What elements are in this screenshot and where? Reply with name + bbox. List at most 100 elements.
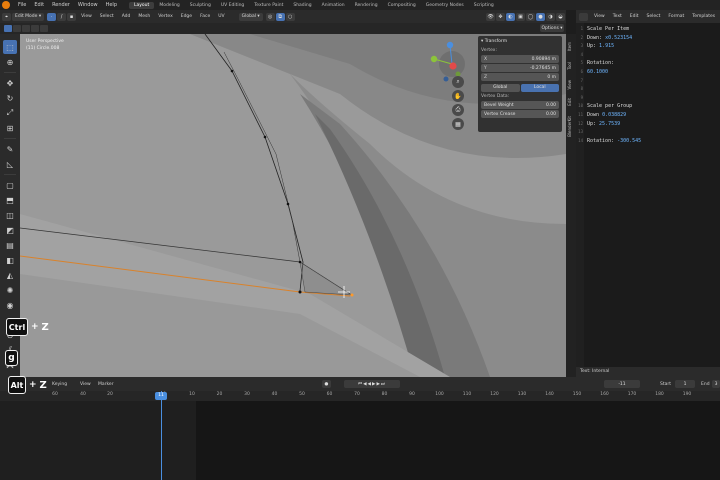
menu-view[interactable]: View xyxy=(77,14,96,19)
editor-type-icon[interactable]: ⌖ xyxy=(2,12,11,21)
visibility-icon[interactable]: 👁 xyxy=(486,12,495,21)
menu-uv[interactable]: UV xyxy=(214,14,228,19)
shading-material-icon[interactable]: ◑ xyxy=(546,12,555,21)
mesh-vertex[interactable] xyxy=(298,290,302,294)
spin-tool-icon[interactable]: ✺ xyxy=(3,283,17,297)
scale-tool-icon[interactable]: ⤢ xyxy=(3,106,17,120)
annotate-tool-icon[interactable]: ✎ xyxy=(3,142,17,156)
workspace-tab-layout[interactable]: Layout xyxy=(129,1,155,9)
inset-tool-icon[interactable]: ◫ xyxy=(3,208,17,222)
menu-edge[interactable]: Edge xyxy=(177,14,196,19)
shading-rendered-icon[interactable]: ◒ xyxy=(556,12,565,21)
move-tool-icon[interactable]: ✥ xyxy=(3,76,17,90)
select-box-tool-icon[interactable]: ⬚ xyxy=(3,40,17,54)
menu-help[interactable]: Help xyxy=(102,2,121,8)
workspace-tab-compositing[interactable]: Compositing xyxy=(383,2,421,9)
menu-face[interactable]: Face xyxy=(196,14,214,19)
gizmo-z-axis[interactable] xyxy=(446,41,454,49)
cursor-tool-icon[interactable]: ⊕ xyxy=(3,55,17,69)
local-button[interactable]: Local xyxy=(520,84,559,92)
te-menu-text[interactable]: Text xyxy=(609,14,626,19)
menu-edit[interactable]: Edit xyxy=(30,2,48,8)
te-menu-edit[interactable]: Edit xyxy=(626,14,643,19)
tab-edit[interactable]: Edit xyxy=(567,98,575,106)
mesh-vertex[interactable] xyxy=(286,202,290,206)
mesh-vertex[interactable] xyxy=(263,135,267,139)
pan-hand-icon[interactable]: ✋ xyxy=(452,90,464,102)
transform-tool-icon[interactable]: ⊞ xyxy=(3,121,17,135)
start-frame-field[interactable]: 1 xyxy=(675,380,695,388)
tab-blenderkit[interactable]: BlenderKit xyxy=(567,116,575,137)
workspace-tab-modeling[interactable]: Modeling xyxy=(154,2,184,9)
tab-item[interactable]: Item xyxy=(567,42,575,51)
select-mode-new-icon[interactable] xyxy=(4,25,12,32)
tl-menu-marker[interactable]: Marker xyxy=(98,382,114,387)
xray-toggle-icon[interactable]: ▣ xyxy=(516,12,525,21)
bevel-tool-icon[interactable]: ◩ xyxy=(3,223,17,237)
global-button[interactable]: Global xyxy=(481,84,520,92)
options-button[interactable]: Options ▾ xyxy=(540,24,564,32)
smooth-tool-icon[interactable]: ◉ xyxy=(3,298,17,312)
loop-cut-tool-icon[interactable]: ▤ xyxy=(3,238,17,252)
workspace-tab-animation[interactable]: Animation xyxy=(317,2,350,9)
te-menu-view[interactable]: View xyxy=(590,14,609,19)
vertex-select-icon[interactable]: · xyxy=(47,12,57,21)
face-select-icon[interactable]: ▪ xyxy=(67,12,77,21)
vertex-z-field[interactable]: Z 0 m xyxy=(481,73,559,81)
workspace-tab-texture-paint[interactable]: Texture Paint xyxy=(249,2,288,9)
playhead-frame-label[interactable]: 11 xyxy=(155,392,167,400)
poly-build-tool-icon[interactable]: ◭ xyxy=(3,268,17,282)
mode-dropdown[interactable]: Edit Mode ▾ xyxy=(12,12,45,21)
playback-controls[interactable]: ⏮◀◀▶▶⏭ xyxy=(344,380,400,388)
measure-tool-icon[interactable]: ◺ xyxy=(3,157,17,171)
menu-mesh[interactable]: Mesh xyxy=(134,14,154,19)
menu-vertex[interactable]: Vertex xyxy=(154,14,176,19)
tl-menu-view[interactable]: View xyxy=(80,382,91,387)
playhead[interactable] xyxy=(161,391,162,480)
shading-solid-icon[interactable]: ● xyxy=(536,12,545,21)
camera-icon[interactable]: ⎙ xyxy=(452,104,464,116)
current-frame-field[interactable]: -11 xyxy=(604,380,640,388)
workspace-tab-sculpting[interactable]: Sculpting xyxy=(185,2,216,9)
end-frame-field[interactable]: 3 xyxy=(712,380,720,388)
add-cube-tool-icon[interactable]: ▢ xyxy=(3,178,17,192)
extrude-tool-icon[interactable]: ⬒ xyxy=(3,193,17,207)
menu-file[interactable]: File xyxy=(14,2,30,8)
timeline-ruler[interactable]: 6040200102030405060708090100110120130140… xyxy=(0,391,720,401)
text-editor-type-icon[interactable] xyxy=(579,12,588,21)
overlay-toggle-icon[interactable]: ◐ xyxy=(506,12,515,21)
te-menu-select[interactable]: Select xyxy=(643,14,665,19)
mesh-vertex[interactable] xyxy=(298,260,302,264)
orientation-dropdown[interactable]: Global ▾ xyxy=(238,12,263,21)
tab-tool[interactable]: Tool xyxy=(567,62,575,70)
workspace-tab-geometry-nodes[interactable]: Geometry Nodes xyxy=(421,2,469,9)
vertex-y-field[interactable]: Y -0.27645 m xyxy=(481,64,559,72)
tl-menu-keying[interactable]: Keying xyxy=(52,382,67,387)
te-menu-templates[interactable]: Templates xyxy=(688,14,719,19)
gizmo-x-axis[interactable] xyxy=(449,62,457,70)
workspace-tab-uv-editing[interactable]: UV Editing xyxy=(216,2,249,9)
gizmo-toggle-icon[interactable]: ✥ xyxy=(496,12,505,21)
menu-window[interactable]: Window xyxy=(74,2,102,8)
select-mode-extend-icon[interactable] xyxy=(13,25,21,32)
bevel-weight-field[interactable]: Bevel Weight 0.00 xyxy=(481,101,559,109)
proportional-edit-icon[interactable]: ○ xyxy=(285,12,295,21)
snap-icon[interactable]: ⧉ xyxy=(275,12,285,21)
menu-select[interactable]: Select xyxy=(96,14,118,19)
panel-header[interactable]: ▾ Transform xyxy=(481,38,559,46)
knife-tool-icon[interactable]: ◧ xyxy=(3,253,17,267)
workspace-tab-scripting[interactable]: Scripting xyxy=(469,2,499,9)
pivot-icon[interactable]: ◎ xyxy=(265,12,275,21)
rotate-tool-icon[interactable]: ↻ xyxy=(3,91,17,105)
workspace-tab-shading[interactable]: Shading xyxy=(288,2,316,9)
workspace-tab-rendering[interactable]: Rendering xyxy=(350,2,383,9)
menu-render[interactable]: Render xyxy=(48,2,74,8)
active-vertex[interactable] xyxy=(350,293,354,297)
vertex-x-field[interactable]: X 0.90894 m xyxy=(481,55,559,63)
mesh-vertex[interactable] xyxy=(230,69,234,73)
tab-view[interactable]: View xyxy=(567,80,575,90)
edge-select-icon[interactable]: / xyxy=(57,12,67,21)
record-button-icon[interactable]: ● xyxy=(322,380,331,388)
te-menu-format[interactable]: Format xyxy=(664,14,688,19)
ortho-grid-icon[interactable]: ▦ xyxy=(452,118,464,130)
